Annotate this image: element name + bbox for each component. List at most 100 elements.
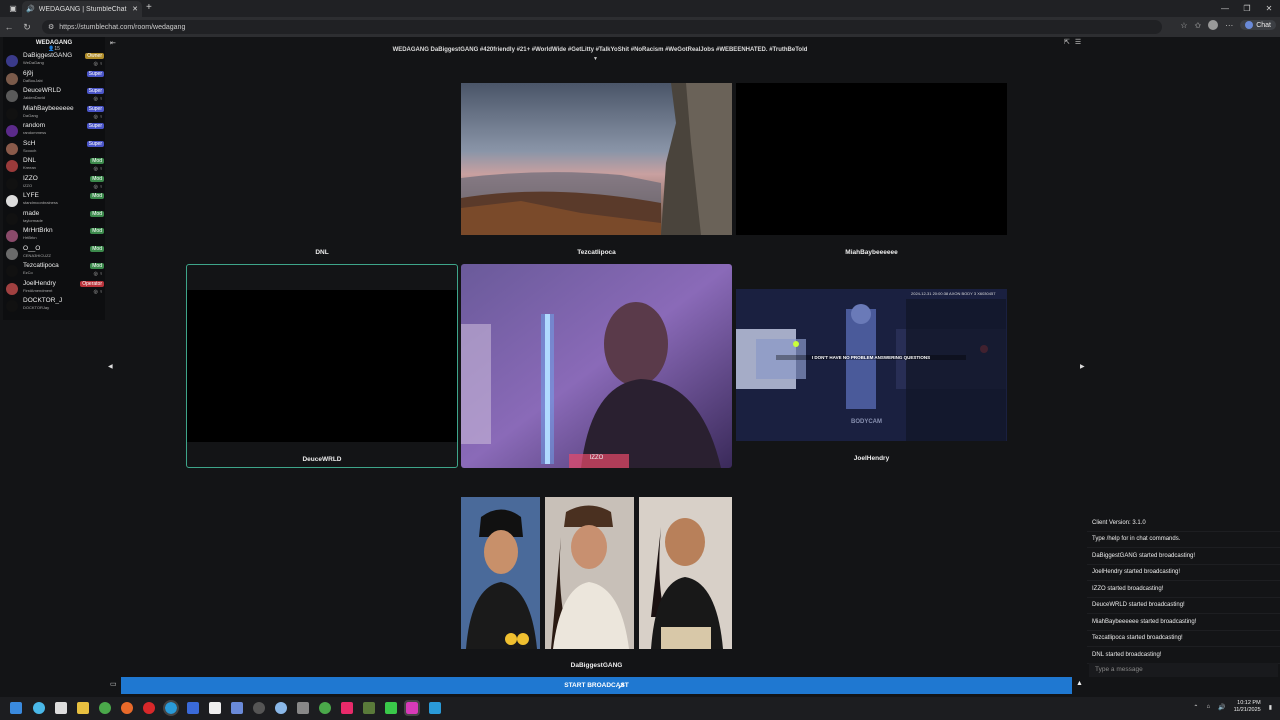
profile-icon[interactable] <box>1208 20 1219 30</box>
user-list-item[interactable]: 6j9j DaBouJabi Super <box>3 70 105 88</box>
user-list-item[interactable]: DNL Kreean Mod ◎ ♀ <box>3 157 105 175</box>
clock[interactable]: 10:12 PM 11/21/2025 <box>1234 700 1261 714</box>
user-avatar <box>6 177 18 190</box>
collapse-userlist-icon[interactable]: ⇤ <box>110 39 116 47</box>
url-field[interactable]: ⚙ https://stumblechat.com/room/wedagang <box>42 20 1162 34</box>
settings-icon[interactable] <box>275 702 287 714</box>
new-tab-button[interactable]: + <box>146 2 152 13</box>
user-list-item[interactable]: random randommess Super <box>3 122 105 140</box>
site-info-icon[interactable]: ⚙ <box>48 23 54 31</box>
notepad-icon[interactable] <box>187 702 199 714</box>
cam-mic-status-icon: ◎ ♀ <box>93 288 103 295</box>
prev-page-icon[interactable]: ◀ <box>108 363 113 370</box>
firefox-icon[interactable] <box>121 702 133 714</box>
back-icon[interactable]: ← <box>0 22 18 32</box>
user-list-item[interactable]: MiahBaybeeeeee DaGang Super ◎ ♀ <box>3 105 105 123</box>
user-username: randommess <box>23 130 47 135</box>
user-avatar <box>6 282 18 295</box>
app-icon[interactable] <box>429 702 441 714</box>
cam-mic-status-icon: ◎ ♀ <box>93 166 103 172</box>
chat-message: Client Version: 3.1.0 <box>1087 515 1280 532</box>
cam-tile-tezcatlipoca[interactable]: Tezcatlipoca <box>461 83 732 259</box>
user-list-item[interactable]: JoelHendry FirstAmendment Operator ◎ ♀ <box>3 280 105 298</box>
opera-icon[interactable] <box>143 702 155 714</box>
room-topic: WEDAGANG DaBiggestGANG #420friendly #21+… <box>392 47 808 53</box>
browser-tab[interactable]: 🔊 WEDAGANG | StumbleChat ✕ <box>22 1 142 17</box>
favorites-icon[interactable]: ✩ <box>1195 21 1202 30</box>
cam-tile-deucewrld[interactable]: DeuceWRLD <box>186 264 458 468</box>
user-role-badge: Owner <box>85 53 104 59</box>
copilot-taskbar-icon[interactable] <box>33 702 45 714</box>
copilot-chat-button[interactable]: Chat <box>1240 20 1276 30</box>
cam-video <box>461 83 732 235</box>
chat-message: DaBiggestGANG started broadcasting! <box>1087 548 1280 565</box>
cam-tile-dnl[interactable]: DNL <box>186 83 458 259</box>
user-avatar <box>6 265 18 277</box>
audio-icon[interactable]: 🔊 <box>26 5 35 13</box>
user-avatar <box>6 195 18 207</box>
user-list-item[interactable]: ScH Scooch Super <box>3 140 105 158</box>
user-list-item[interactable]: O__O CENA3HICUZZ Mod <box>3 245 105 263</box>
user-list-item[interactable]: made taylormade Mod <box>3 210 105 228</box>
tray-chevron-icon[interactable]: ⌃ <box>1193 704 1198 711</box>
user-role-badge: Mod <box>90 158 104 164</box>
more-menu-icon[interactable]: ⋯ <box>1225 21 1233 30</box>
user-list-item[interactable]: DeuceWRLD JaidenDavid Super ◎ ♀ <box>3 87 105 105</box>
cam-tile-miahbaybeeeeee[interactable]: MiahBaybeeeeee <box>736 83 1007 259</box>
close-window-icon[interactable]: ✕ <box>1258 4 1280 13</box>
topic-expand-icon[interactable]: ▼ <box>593 56 598 62</box>
edge-icon[interactable] <box>163 700 179 716</box>
network-icon[interactable]: ⌂ <box>1206 704 1210 710</box>
nvidia-icon[interactable] <box>385 702 397 714</box>
start-icon[interactable] <box>10 702 22 714</box>
menu-icon[interactable]: ☰ <box>1075 38 1081 46</box>
user-role-badge: Mod <box>90 228 104 234</box>
chat-message: Type /help for in chat commands. <box>1087 532 1280 548</box>
next-page-icon[interactable]: ▶ <box>1080 363 1085 370</box>
user-list-item[interactable]: DOCKTOR_J DOCKTORJay <box>3 297 105 315</box>
cam-overlay-name: IZZO <box>589 455 604 461</box>
cam-tile-izzo[interactable]: IZZO <box>461 264 732 468</box>
chat-message-input[interactable]: Type a message <box>1089 663 1278 677</box>
star-icon[interactable]: ☆ <box>1180 21 1187 30</box>
reload-icon[interactable]: ↻ <box>18 22 36 33</box>
tiktok-icon[interactable] <box>341 702 353 714</box>
user-list-item[interactable]: LYFE standmoonbrainess Mod <box>3 192 105 210</box>
bodycam-caption: I DON'T HAVE NO PROBLEM ANSWERING QUESTI… <box>776 355 966 360</box>
user-role-badge: Mod <box>90 245 104 252</box>
user-list-item[interactable]: MrHrtBrkn HrtBrkn Mod <box>3 227 105 245</box>
chat-panel: Client Version: 3.1.0 Type /help for in c… <box>1087 37 1280 697</box>
user-role-badge: Super <box>86 88 104 94</box>
chat-button-label: Chat <box>1256 21 1271 29</box>
chrome-icon[interactable] <box>319 702 331 714</box>
start-broadcast-button[interactable]: START BROADCAST <box>121 677 1072 694</box>
widgets-icon[interactable] <box>55 702 67 714</box>
layout-icon[interactable]: ⇱ <box>1064 38 1070 46</box>
app-icon[interactable] <box>297 702 309 714</box>
user-list-item[interactable]: IZZO IZZO Mod ◎ ♀ <box>3 175 105 193</box>
user-list-item[interactable]: DaBiggestGANG WeDaGang Owner ◎ ♀ <box>3 52 105 70</box>
izzo-video-frame <box>461 264 732 468</box>
cam-tile-joelhendry[interactable]: 2024-12-31 20:00:38 AXON BODY 3 X6030457… <box>736 264 1007 468</box>
notifications-icon[interactable]: ▮ <box>1269 704 1272 711</box>
broadcast-options-icon[interactable]: ▲ <box>1076 680 1083 687</box>
app-icon[interactable] <box>253 702 265 714</box>
user-list-item[interactable]: Tezcatlipoca EzCo Mod ◎ ♀ <box>3 262 105 280</box>
app-icon[interactable] <box>231 702 243 714</box>
chrome-icon[interactable] <box>99 702 111 714</box>
cam-name: DNL <box>315 249 329 256</box>
user-avatar <box>6 55 18 67</box>
cam-video: IZZO <box>461 264 732 468</box>
app-icon[interactable] <box>209 702 221 714</box>
room-title: WEDAGANG <box>35 40 73 46</box>
cam-tile-dabiggestgang[interactable]: DaBiggestGANG <box>461 497 732 673</box>
app-icon[interactable] <box>363 702 375 714</box>
file-explorer-icon[interactable] <box>77 702 89 714</box>
screen-share-icon[interactable]: ▭ <box>110 680 117 688</box>
stumblechat-app-icon[interactable] <box>404 700 420 716</box>
maximize-icon[interactable]: ❐ <box>1236 4 1258 13</box>
user-avatar <box>6 212 18 225</box>
close-tab-icon[interactable]: ✕ <box>132 5 138 13</box>
minimize-icon[interactable]: — <box>1214 4 1236 13</box>
volume-icon[interactable]: 🔊 <box>1218 704 1225 711</box>
